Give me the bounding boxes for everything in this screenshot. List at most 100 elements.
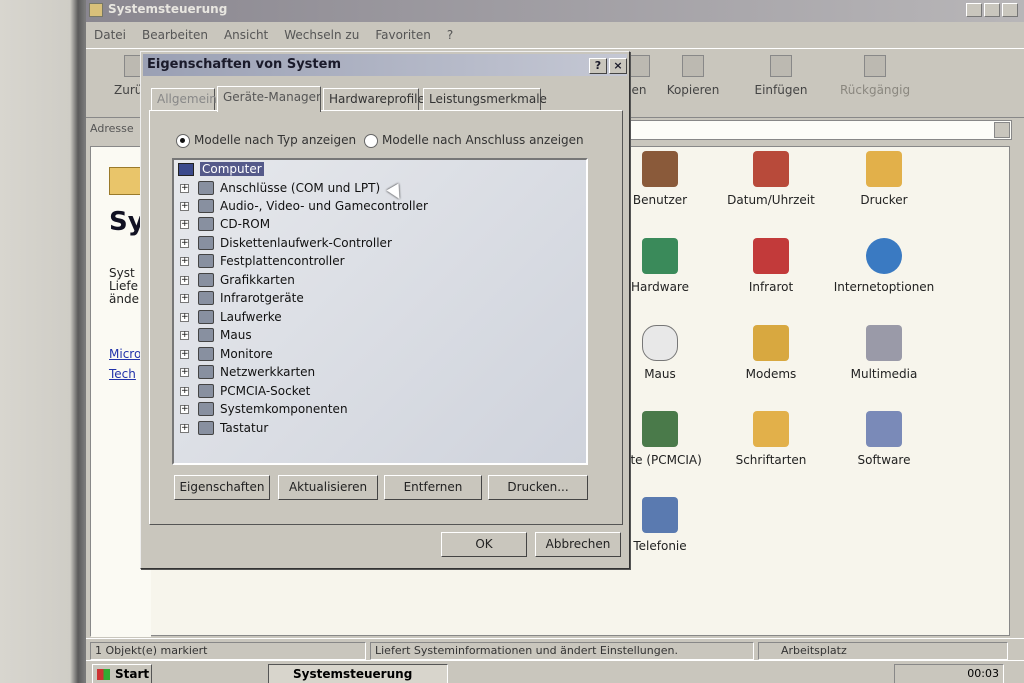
floppy-controller-icon <box>198 236 214 250</box>
expand-icon: + <box>180 275 189 285</box>
pcmcia-card-icon <box>642 411 678 447</box>
icon-modems[interactable]: Modems <box>711 325 831 381</box>
help-button[interactable]: ? <box>589 58 607 74</box>
dialog-close-button[interactable]: × <box>609 58 627 74</box>
keyboard-icon <box>198 421 214 435</box>
expand-icon: + <box>180 238 189 248</box>
microsoft-link[interactable]: Micro <box>109 347 141 361</box>
control-panel-title: Systemsteuerung <box>108 2 228 16</box>
fonts-folder-icon <box>753 411 789 447</box>
radio-by-connection[interactable]: Modelle nach Anschluss anzeigen <box>364 133 584 148</box>
menu-help[interactable]: ? <box>447 28 453 42</box>
hardware-icon <box>642 238 678 274</box>
control-panel-titlebar: Systemsteuerung <box>86 0 1024 22</box>
close-button[interactable] <box>1002 3 1018 17</box>
monitor-icon <box>198 347 214 361</box>
menu-edit[interactable]: Bearbeiten <box>142 28 208 42</box>
cdrom-icon <box>198 217 214 231</box>
tech-link[interactable]: Tech <box>109 367 136 381</box>
expand-icon: + <box>180 312 189 322</box>
expand-icon: + <box>180 183 189 193</box>
expand-icon: + <box>180 219 189 229</box>
properties-button[interactable]: Eigenschaften <box>174 475 270 500</box>
taskbar: Start Systemsteuerung 00:03 <box>86 660 1024 683</box>
control-panel-folder-icon <box>109 167 141 195</box>
icon-printers[interactable]: Drucker <box>824 151 944 207</box>
tab-performance[interactable]: Leistungsmerkmale <box>423 88 547 110</box>
taskbar-control-panel[interactable]: Systemsteuerung <box>268 664 448 683</box>
expand-icon: + <box>180 330 189 340</box>
computer-icon <box>178 163 194 176</box>
status-selected: 1 Objekt(e) markiert <box>90 642 366 660</box>
maximize-button[interactable] <box>984 3 1000 17</box>
device-tree[interactable]: Computer + Anschlüsse (COM und LPT) + Audi… <box>172 158 588 465</box>
tab-device-manager[interactable]: Geräte-Manager <box>217 86 321 112</box>
dialog-title: Eigenschaften von System <box>147 57 341 72</box>
icon-software[interactable]: Software <box>824 411 944 467</box>
icon-datetime[interactable]: Datum/Uhrzeit <box>711 151 831 207</box>
expand-icon: + <box>180 256 189 266</box>
expand-icon: + <box>180 404 189 414</box>
tab-general[interactable]: Allgemein <box>151 88 217 110</box>
menu-favorites[interactable]: Favoriten <box>375 28 431 42</box>
remove-button[interactable]: Entfernen <box>384 475 482 500</box>
users-icon <box>642 151 678 187</box>
display-adapter-icon <box>198 273 214 287</box>
address-label: Adresse <box>90 122 134 135</box>
clock: 00:03 <box>967 667 999 680</box>
menu-file[interactable]: Datei <box>94 28 126 42</box>
cancel-button[interactable]: Abbrechen <box>535 532 621 557</box>
tree-root-computer[interactable]: Computer <box>178 162 264 178</box>
mouse-device-icon <box>198 328 214 342</box>
undo-icon <box>864 55 886 77</box>
icon-fonts[interactable]: Schriftarten <box>711 411 831 467</box>
system-tray: 00:03 <box>894 664 1004 683</box>
copy-button[interactable]: Kopieren <box>658 55 728 97</box>
port-icon <box>198 181 214 195</box>
expand-icon: + <box>180 423 189 433</box>
paste-icon <box>770 55 792 77</box>
system-properties-dialog: Eigenschaften von System ? × Allgemein G… <box>140 51 630 569</box>
menu-bar: Datei Bearbeiten Ansicht Wechseln zu Fav… <box>86 24 1024 46</box>
infrared-device-icon <box>198 291 214 305</box>
ok-button[interactable]: OK <box>441 532 527 557</box>
address-input[interactable] <box>626 120 1012 140</box>
icon-internet-options[interactable]: Internetoptionen <box>824 238 944 294</box>
paste-button[interactable]: Einfügen <box>746 55 816 97</box>
mouse-icon <box>642 325 678 361</box>
expand-icon: + <box>180 201 189 211</box>
icon-multimedia[interactable]: Multimedia <box>824 325 944 381</box>
system-device-icon <box>198 402 214 416</box>
tab-hardware-profiles[interactable]: Hardwareprofile <box>323 88 425 110</box>
start-button[interactable]: Start <box>92 664 152 683</box>
status-description: Liefert Systeminformationen und ändert E… <box>370 642 754 660</box>
undo-button[interactable]: Rückgängig <box>840 55 910 97</box>
infrared-icon <box>753 238 789 274</box>
multimedia-icon <box>866 325 902 361</box>
icon-infrared[interactable]: Infrarot <box>711 238 831 294</box>
radio-by-type[interactable]: Modelle nach Typ anzeigen <box>176 133 356 148</box>
info-text: Syst Liefe ände <box>109 266 139 306</box>
network-card-icon <box>198 365 214 379</box>
minimize-button[interactable] <box>966 3 982 17</box>
address-dropdown-icon[interactable] <box>994 122 1010 138</box>
disk-controller-icon <box>198 254 214 268</box>
print-button[interactable]: Drucken... <box>488 475 588 500</box>
refresh-button[interactable]: Aktualisieren <box>278 475 378 500</box>
expand-icon: + <box>180 386 189 396</box>
status-bar: 1 Objekt(e) markiert Liefert Systeminfor… <box>86 638 1024 660</box>
cut-icon <box>628 55 650 77</box>
calendar-clock-icon <box>753 151 789 187</box>
audio-icon <box>198 199 214 213</box>
software-icon <box>866 411 902 447</box>
telephony-icon <box>642 497 678 533</box>
menu-goto[interactable]: Wechseln zu <box>284 28 359 42</box>
device-manager-panel: Modelle nach Typ anzeigen Modelle nach A… <box>149 110 623 525</box>
phone-modem-icon <box>753 325 789 361</box>
menu-view[interactable]: Ansicht <box>224 28 268 42</box>
copy-icon <box>682 55 704 77</box>
dialog-titlebar: Eigenschaften von System ? × <box>143 54 627 76</box>
printer-folder-icon <box>866 151 902 187</box>
globe-icon <box>866 238 902 274</box>
status-location: Arbeitsplatz <box>758 642 1008 660</box>
